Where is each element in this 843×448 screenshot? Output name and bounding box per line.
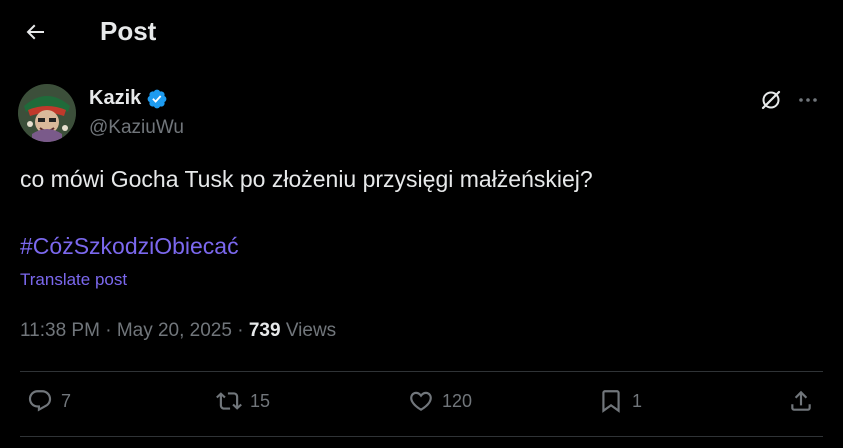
heart-icon — [410, 391, 432, 411]
divider — [20, 436, 823, 437]
more-horizontal-icon — [799, 98, 817, 102]
like-button[interactable]: 120 — [408, 388, 472, 414]
repost-icon — [216, 392, 242, 410]
more-button[interactable] — [796, 88, 820, 112]
grok-button[interactable] — [759, 88, 783, 112]
post-time[interactable]: 11:38 PM — [20, 320, 100, 341]
post-text: co mówi Gocha Tusk po złożeniu przysięgi… — [20, 166, 593, 192]
arrow-left-icon — [26, 24, 44, 40]
author-name-text: Kazik — [89, 87, 142, 109]
page-title: Post — [100, 16, 157, 46]
post-meta: 11:38 PM · May 20, 2025 · 739 Views — [20, 320, 336, 342]
author-display-name[interactable]: Kazik — [89, 87, 168, 110]
share-icon — [791, 390, 811, 411]
reply-icon — [28, 390, 52, 412]
avatar[interactable] — [18, 84, 76, 142]
bookmark-count: 1 — [632, 390, 643, 411]
reply-button[interactable]: 7 — [27, 388, 71, 414]
author-handle[interactable]: @KaziuWu — [89, 117, 184, 139]
like-count: 120 — [442, 390, 473, 411]
grok-icon — [761, 90, 781, 110]
back-button[interactable] — [15, 12, 55, 52]
meta-separator: · — [231, 320, 249, 341]
repost-button[interactable]: 15 — [216, 388, 270, 414]
repost-count: 15 — [250, 390, 271, 411]
hashtag-link[interactable]: #CóżSzkodziObiecać — [20, 233, 239, 260]
views-label: Views — [280, 320, 337, 341]
views-count: 739 — [248, 320, 281, 341]
translate-post-link[interactable]: Translate post — [20, 270, 127, 290]
bookmark-icon — [602, 390, 620, 413]
avatar-image — [18, 84, 76, 142]
meta-separator: · — [99, 320, 117, 341]
post-date[interactable]: May 20, 2025 — [117, 320, 232, 341]
bookmark-button[interactable]: 1 — [598, 388, 642, 414]
verified-badge-icon — [147, 89, 167, 108]
page-header: Post — [0, 0, 843, 64]
reply-count: 7 — [61, 390, 72, 411]
share-button[interactable] — [788, 388, 814, 414]
divider — [20, 371, 823, 372]
